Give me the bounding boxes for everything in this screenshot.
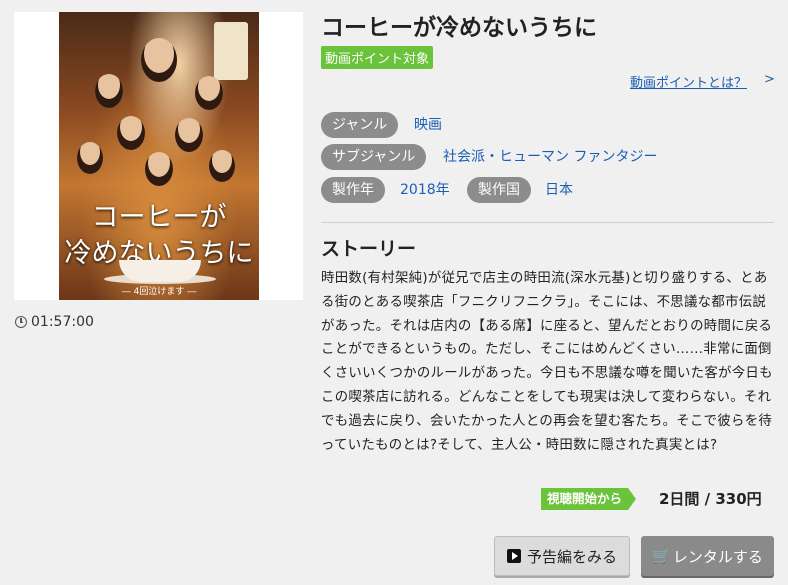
story-heading: ストーリー xyxy=(321,238,417,260)
genre-link[interactable]: 映画 xyxy=(414,112,442,138)
poster-image: コーヒーが 冷めないうちに ― 4回泣けます ― xyxy=(59,12,259,300)
trailer-button[interactable]: 予告編をみる xyxy=(494,536,630,576)
rental-price: 2日間 / 330円 xyxy=(659,490,762,508)
duration-value: 01:57:00 xyxy=(31,314,94,330)
poster-face xyxy=(145,152,173,186)
cart-icon: 🛒 xyxy=(652,547,671,565)
viewing-period-badge: 視聴開始から xyxy=(541,488,637,510)
point-help-link[interactable]: 動画ポイントとは？ xyxy=(630,72,747,91)
page-title: コーヒーが冷めないうちに xyxy=(321,15,597,41)
poster-face xyxy=(141,38,177,82)
poster-cup xyxy=(119,260,201,282)
poster-tagline: ― 4回泣けます ― xyxy=(121,287,197,297)
chevron-right-icon[interactable]: > xyxy=(764,72,775,87)
poster-face xyxy=(117,116,145,150)
point-eligible-badge: 動画ポイント対象 xyxy=(321,46,434,69)
poster-face xyxy=(95,74,123,108)
play-icon xyxy=(506,549,521,563)
country-label: 製作国 xyxy=(467,177,531,203)
year-label: 製作年 xyxy=(321,177,385,203)
story-text: 時田数(有村架純)が従兄で店主の時田流(深水元基)と切り盛りする、とある街のとあ… xyxy=(321,271,773,453)
poster-frame: コーヒーが 冷めないうちに ― 4回泣けます ― xyxy=(14,12,303,300)
rental-button-label: レンタルする xyxy=(672,547,763,566)
poster-face xyxy=(209,150,235,182)
country-link[interactable]: 日本 xyxy=(545,177,573,203)
divider xyxy=(321,222,774,223)
poster-face xyxy=(77,142,103,174)
poster-face xyxy=(175,118,203,152)
subgenre-label: サブジャンル xyxy=(321,144,427,170)
clock-icon xyxy=(15,316,27,328)
rental-button[interactable]: 🛒 レンタルする xyxy=(641,536,774,576)
subgenre-link[interactable]: 社会派・ヒューマン ファンタジー xyxy=(443,144,657,170)
poster-face xyxy=(195,76,223,110)
duration: 01:57:00 xyxy=(15,314,94,330)
year-link[interactable]: 2018年 xyxy=(400,177,450,203)
genre-label: ジャンル xyxy=(321,112,399,138)
poster-sign xyxy=(214,22,248,80)
trailer-button-label: 予告編をみる xyxy=(526,547,617,566)
